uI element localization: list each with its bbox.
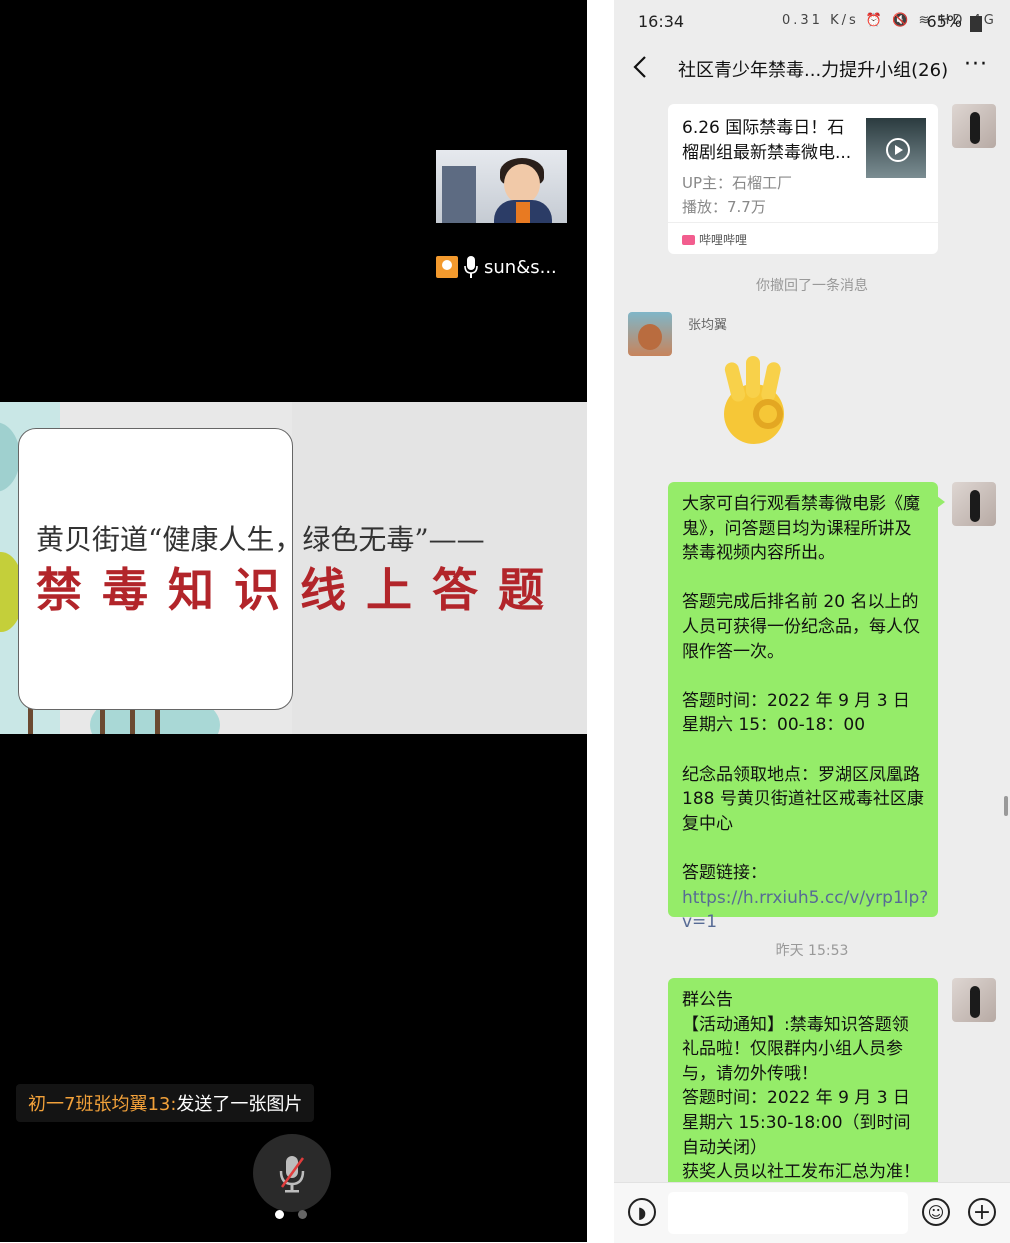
link-card-source-label: 哔哩哔哩 <box>699 233 748 247</box>
chat-screen: 16:34 0.31 K/s ⏰ 🔇 ≋ HD 4G 65% 社区青少年禁毒..… <box>614 0 1010 1243</box>
page-indicator <box>275 1210 307 1219</box>
my-avatar[interactable] <box>952 104 996 148</box>
status-bar: 16:34 0.31 K/s ⏰ 🔇 ≋ HD 4G 65% <box>614 0 1010 44</box>
announcement-heading: 群公告 <box>682 990 733 1010</box>
meeting-view: sun&s... 黄贝街道“健康人生，绿色无毒”—— 禁毒知识线上答题 初一7班… <box>0 0 587 1242</box>
message-bubble[interactable]: 大家可自行观看禁毒微电影《魔鬼》，问答题目均为课程所讲及禁毒视频内容所出。 答题… <box>668 482 945 932</box>
message-text: 答题时间：2022 年 9 月 3 日星期六 15：00-18：00 <box>682 690 910 736</box>
announcement-text: 获奖人员以社工发布汇总为准！ <box>682 1162 920 1182</box>
mute-button[interactable] <box>253 1134 331 1212</box>
chat-sender: 初一7班张均翼13: <box>28 1094 177 1115</box>
chat-text: 发送了一张图片 <box>176 1094 303 1115</box>
battery-percent: 65% <box>926 12 962 31</box>
status-time: 16:34 <box>638 12 685 31</box>
voice-input-icon[interactable]: ◗ <box>628 1198 656 1226</box>
slide-title: 禁毒知识线上答题 <box>36 563 564 617</box>
announcement-text: 答题时间：2022 年 9 月 3 日星期六 15:30-18:00（到时间自动… <box>682 1088 911 1158</box>
back-arrow-icon[interactable] <box>628 54 654 80</box>
chat-notification[interactable]: 初一7班张均翼13: 发送了一张图片 <box>16 1084 315 1122</box>
divider <box>587 0 614 1242</box>
shared-slide: 黄贝街道“健康人生，绿色无毒”—— 禁毒知识线上答题 <box>0 402 587 734</box>
timestamp: 昨天 15:53 <box>775 943 849 959</box>
emoji-icon[interactable]: ☺ <box>922 1198 950 1226</box>
sender-name: 张均翼 <box>688 318 728 333</box>
quiz-link[interactable]: https://h.rrxiuh5.cc/v/yrp1lp?v=1 <box>682 888 928 933</box>
chat-header: 社区青少年禁毒...力提升小组(26) ··· <box>614 44 1010 92</box>
participant-label: sun&s... <box>436 254 557 280</box>
my-avatar[interactable] <box>952 482 996 526</box>
more-options-icon[interactable]: ··· <box>964 52 988 77</box>
message-text: 答题链接： https://h.rrxiuh5.cc/v/yrp1lp?v=1 <box>682 861 928 935</box>
participant-name: sun&s... <box>484 256 557 278</box>
battery-icon <box>970 16 982 32</box>
announcement-text: 【活动通知】:禁毒知识答题领礼品啦！仅限群内小组人员参与，请勿外传哦！ <box>682 1014 909 1084</box>
slide-subtitle: 黄贝街道“健康人生，绿色无毒”—— <box>36 523 485 556</box>
play-icon <box>886 138 910 162</box>
link-card-up: UP主：石榴工厂 <box>682 174 793 192</box>
input-bar: ◗ ☺ + <box>614 1182 1010 1243</box>
user-icon <box>436 256 458 278</box>
participant-video[interactable] <box>436 150 567 223</box>
video-link-card[interactable]: 6.26 国际禁毒日！石榴剧组最新禁毒微电... UP主：石榴工厂 播放：7.7… <box>668 104 938 254</box>
link-card-title: 6.26 国际禁毒日！石榴剧组最新禁毒微电... <box>682 118 852 163</box>
message-text: 答题完成后排名前 20 名以上的人员可获得一份纪念品，每人仅限作答一次。 <box>682 592 920 662</box>
link-label: 答题链接： <box>682 862 767 883</box>
ok-hand-sticker[interactable] <box>714 352 794 448</box>
muted-microphone-icon <box>279 1156 305 1193</box>
plus-icon[interactable]: + <box>968 1198 996 1226</box>
message-input[interactable] <box>668 1192 908 1234</box>
link-card-source: 哔哩哔哩 <box>682 231 747 248</box>
status-icons: 0.31 K/s ⏰ 🔇 ≋ HD 4G <box>782 13 997 28</box>
bilibili-icon <box>682 234 695 245</box>
sender-avatar[interactable] <box>628 312 672 356</box>
scrollbar[interactable] <box>1004 796 1008 816</box>
link-card-plays: 播放：7.7万 <box>682 198 766 216</box>
message-text: 大家可自行观看禁毒微电影《魔鬼》，问答题目均为课程所讲及禁毒视频内容所出。 <box>682 494 920 564</box>
message-text: 纪念品领取地点：罗湖区凤凰路 188 号黄贝街道社区戒毒社区康复中心 <box>682 764 924 834</box>
my-avatar[interactable] <box>952 978 996 1022</box>
recall-notice: 你撤回了一条消息 <box>756 278 868 294</box>
microphone-icon <box>464 256 478 278</box>
page-dot-active[interactable] <box>275 1210 284 1219</box>
chat-title: 社区青少年禁毒...力提升小组(26) <box>678 60 949 81</box>
page-dot[interactable] <box>298 1210 307 1219</box>
net-speed: 0.31 K/s <box>782 13 859 28</box>
announcement-bubble[interactable]: 群公告 【活动通知】:禁毒知识答题领礼品啦！仅限群内小组人员参与，请勿外传哦！ … <box>668 978 938 1182</box>
